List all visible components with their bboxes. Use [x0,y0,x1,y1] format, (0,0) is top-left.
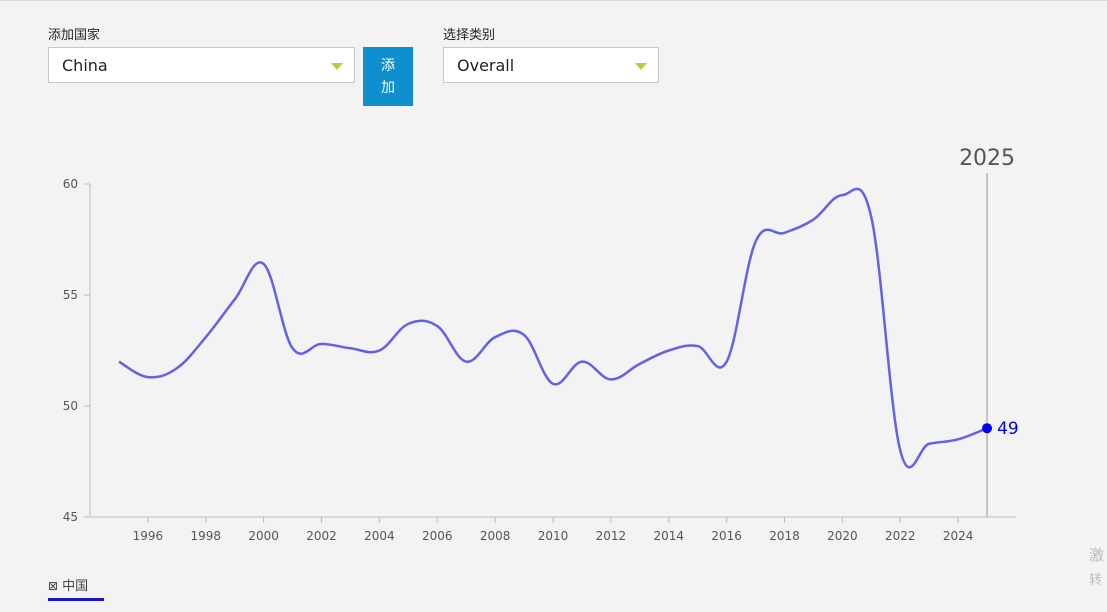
y-tick-label: 60 [63,177,78,191]
x-tick-label: 2024 [943,529,974,543]
y-tick-label: 50 [63,399,78,413]
y-tick-label: 55 [63,288,78,302]
data-point-highlight [982,423,993,434]
legend-item-china[interactable]: ⊠ 中国 [48,575,104,601]
x-tick-label: 2000 [248,529,279,543]
data-label-highlight: 49 [997,419,1019,439]
series-line-china [118,187,988,469]
x-tick-label: 2012 [596,529,627,543]
x-tick-label: 2014 [653,529,684,543]
x-tick-label: 1998 [190,529,221,543]
x-tick-label: 2004 [364,529,395,543]
x-tick-label: 2020 [827,529,858,543]
x-tick-label: 2022 [885,529,916,543]
x-tick-label: 2008 [480,529,511,543]
line-chart: 45 50 55 60 1996 1998 2000 2002 2004 2006 2008 2010… [63,146,1019,543]
checkbox-icon: ⊠ [48,579,59,593]
side-text-2: 转 [1089,573,1103,588]
side-text-1: 激 [1089,546,1105,564]
x-tick-label: 2018 [769,529,800,543]
x-tick-label: 1996 [133,529,164,543]
x-tick-label: 2016 [711,529,742,543]
y-tick-label: 45 [63,510,78,524]
legend-label: 中国 [62,579,89,594]
x-tick-label: 2002 [306,529,337,543]
x-tick-label: 2006 [422,529,453,543]
x-tick-label: 2010 [538,529,569,543]
highlight-year-label: 2025 [959,146,1015,171]
